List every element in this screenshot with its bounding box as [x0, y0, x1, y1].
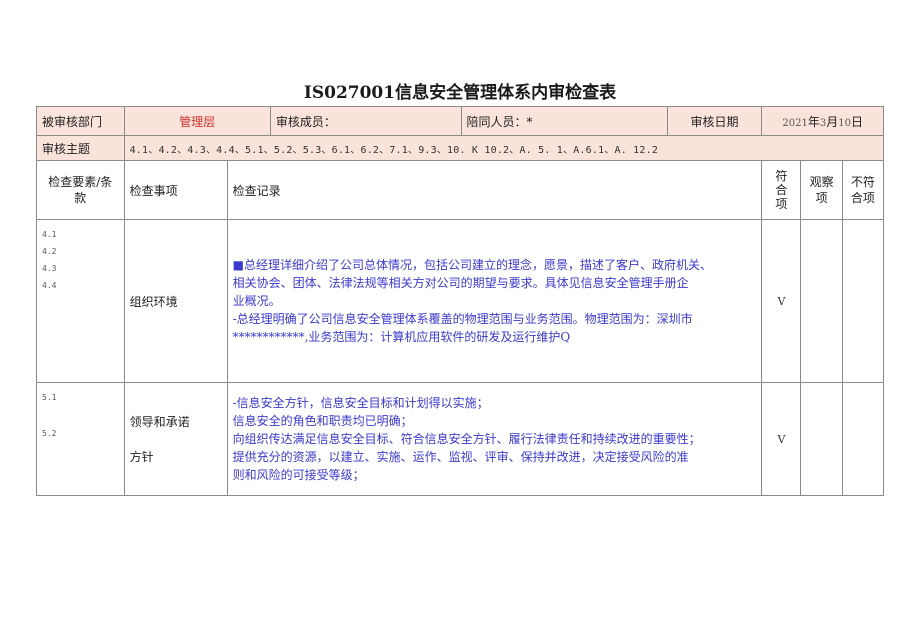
observe-cell [800, 382, 843, 496]
item-line: 方针 [129, 450, 154, 464]
conform-mark: V [761, 382, 802, 496]
dept-label: 被审核部门 [36, 106, 125, 136]
header-conform: 符合项 [761, 160, 802, 220]
record-line: 业概况。 [232, 294, 281, 308]
clause-number: 4.3 [42, 264, 57, 273]
item-cell: 领导和承诺 方针 [123, 382, 228, 496]
header-record: 检查记录 [226, 160, 763, 220]
dept-value: 管理层 [123, 106, 271, 136]
record-line: 提供充分的资源，以建立、实施、运作、监视、评审、保持并改进，决定接受风险的准 [232, 450, 689, 464]
audit-checklist-table: 被审核部门 管理层 审核成员： 陪同人员：* 审核日期 2021年3月10日 审… [36, 106, 885, 496]
audit-info-row: 被审核部门 管理层 审核成员： 陪同人员：* 审核日期 2021年3月10日 [36, 106, 884, 136]
item-cell: 组织环境 [123, 219, 228, 383]
record-cell: ■总经理详细介绍了公司总体情况，包括公司建立的理念，愿景，描述了客户、政府机关、… [226, 219, 763, 383]
clause-number: 4.1 [42, 230, 57, 239]
record-line: ■总经理详细介绍了公司总体情况，包括公司建立的理念，愿景，描述了客户、政府机关、 [232, 258, 712, 272]
clause-cell: 4.1 4.2 4.3 4.4 [36, 219, 125, 383]
clause-number: 5.1 [42, 393, 57, 402]
observe-cell [800, 219, 843, 383]
date-label: 审核日期 [666, 106, 763, 136]
record-cell: -信息安全方针，信息安全目标和计划得以实施； 信息安全的角色和职责均已明确； 向… [226, 382, 763, 496]
nonconform-cell [841, 382, 885, 496]
conform-mark: V [761, 219, 802, 383]
theme-label: 审核主题 [36, 135, 125, 161]
record-line: 相关协会、团体、法律法规等相关方对公司的期望与要求。具体见信息安全管理手册企 [232, 276, 689, 290]
theme-value: 4.1、4.2、4.3、4.4、5.1、5.2、5.3、6.1、6.2、7.1、… [123, 135, 885, 161]
clause-number: 5.2 [42, 429, 57, 438]
record-line: -总经理明确了公司信息安全管理体系覆盖的物理范围与业务范围。物理范围为：深圳市 [232, 312, 693, 326]
item-line: 领导和承诺 [129, 415, 190, 429]
members-label: 审核成员： [269, 106, 462, 136]
audit-theme-row: 审核主题 4.1、4.2、4.3、4.4、5.1、5.2、5.3、6.1、6.2… [36, 135, 885, 161]
header-nonconform: 不符合项 [841, 160, 885, 220]
header-element: 检查要素/条款 [36, 160, 125, 220]
clause-number: 4.2 [42, 247, 57, 256]
clause-number: 4.4 [42, 281, 57, 290]
companion-label: 陪同人员：* [460, 106, 668, 136]
record-line: 信息安全的角色和职责均已明确； [232, 414, 413, 428]
table-row: 4.1 4.2 4.3 4.4 组织环境 ■总经理详细介绍了公司总体情况，包括公… [36, 219, 885, 383]
page-title: IS027001信息安全管理体系内审检查表 [303, 83, 617, 103]
nonconform-cell [841, 219, 885, 383]
record-line: 则和风险的可接受等级； [232, 468, 365, 482]
table-header-row: 检查要素/条款 检查事项 检查记录 符合项 观察项 不符合项 [36, 160, 885, 220]
date-value: 2021年3月10日 [761, 106, 884, 136]
record-line: -信息安全方针，信息安全目标和计划得以实施； [232, 396, 489, 410]
header-item: 检查事项 [123, 160, 228, 220]
record-line: ************,业务范围为：计算机应用软件的研发及运行维护Q [232, 330, 571, 344]
record-line: 向组织传达满足信息安全目标、符合信息安全方针、履行法律责任和持续改进的重要性； [232, 432, 701, 446]
header-observe: 观察项 [800, 160, 843, 220]
clause-cell: 5.1 5.2 [36, 382, 125, 496]
table-row: 5.1 5.2 领导和承诺 方针 -信息安全方针，信息安全目标和计划得以实施； … [36, 382, 885, 496]
